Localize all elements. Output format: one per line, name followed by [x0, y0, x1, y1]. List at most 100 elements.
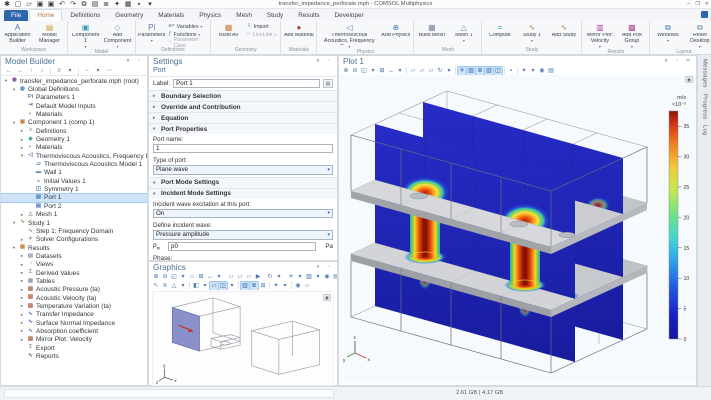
transparency-icon[interactable]: ▨	[467, 67, 475, 75]
expand-toggle-icon[interactable]: ▸	[19, 287, 25, 293]
pan-icon[interactable]: ↔	[387, 67, 395, 75]
dropdown-icon[interactable]: ▾	[124, 58, 132, 66]
close-icon[interactable]: ✕	[705, 2, 709, 7]
tree-item-thermoviscous-acoustics-model-1[interactable]: ▱Thermoviscous Acoustics Model 1	[1, 160, 147, 168]
graphics-canvas[interactable]: ◉	[152, 291, 334, 386]
dropdown-icon[interactable]: ▾	[296, 273, 304, 281]
zoom-in-icon[interactable]: ⊕	[342, 67, 350, 75]
help-icon[interactable]	[701, 11, 708, 18]
view-face-icon[interactable]: ▱	[418, 67, 426, 75]
ribbon-button-parameter-case[interactable]: ≡Parameter Case	[166, 39, 208, 46]
expand-toggle-icon[interactable]: ▸	[19, 303, 25, 309]
legend-icon[interactable]: ≣	[476, 67, 484, 75]
view-face-icon[interactable]: ▱	[227, 273, 235, 281]
dropdown-icon[interactable]: ▾	[369, 67, 377, 75]
ribbon-button-add-material[interactable]: ●Add Material	[283, 22, 314, 46]
tree-item-global-definitions[interactable]: ▾◍Global Definitions	[1, 85, 147, 93]
dropdown-icon[interactable]: ▾	[314, 263, 322, 271]
settings-gear-icon[interactable]: ✦	[520, 67, 528, 75]
tree-item-symmetry-1[interactable]: ◫Symmetry 1	[1, 185, 147, 193]
dropdown-icon[interactable]: ▾	[529, 67, 537, 75]
expand-toggle-icon[interactable]: ▸	[19, 278, 25, 284]
expand-toggle-icon[interactable]: ▸	[19, 212, 25, 218]
layout-icon[interactable]: ⌂	[303, 282, 311, 290]
ribbon-button-add-plot-group[interactable]: ▩Add Plot Group▾	[616, 22, 647, 48]
dropdown-icon[interactable]: ▾	[228, 282, 236, 290]
tree-item-component-1-comp-1[interactable]: ▾▣Component 1 (comp 1)	[1, 119, 147, 127]
tree-item-mirror-plot-velocity[interactable]: ▸▨Mirror Plot: Velocity	[1, 336, 147, 344]
tree-item-definitions[interactable]: ▸≡Definitions	[1, 127, 147, 135]
ribbon-button-windows[interactable]: ⧉Windows▾	[652, 22, 683, 48]
expand-toggle-icon[interactable]: ▸	[19, 253, 25, 259]
expand-toggle-icon[interactable]: ▸	[19, 312, 25, 318]
tree-item-wall-1[interactable]: ▬Wall 1	[1, 169, 147, 177]
section-port-properties[interactable]: ▾Port Properties	[149, 123, 337, 134]
dropdown-icon[interactable]: ▾	[314, 273, 322, 281]
expand-toggle-icon[interactable]: ▸	[19, 128, 25, 134]
camera-icon[interactable]: ◉	[323, 273, 331, 281]
zoom-out-icon[interactable]: ⊖	[161, 273, 169, 281]
camera-icon[interactable]: ◉	[538, 67, 546, 75]
section-port-mode-settings[interactable]: ▾Port Mode Settings	[149, 177, 337, 188]
view-face-icon[interactable]: ▱	[210, 282, 218, 290]
dropdown-icon[interactable]: ▾	[662, 57, 670, 65]
view-face-icon[interactable]: ▱	[236, 273, 244, 281]
define-incident-wave-select[interactable]: Pressure amplitude▾	[153, 230, 333, 240]
ribbon-button-import[interactable]: ⇩Import	[245, 23, 278, 30]
dropdown-icon[interactable]: ▾	[275, 273, 283, 281]
redo-icon[interactable]: ↷	[69, 0, 77, 8]
clip-plane-icon[interactable]: ◧	[192, 282, 200, 290]
expand-toggle-icon[interactable]: ▸	[19, 137, 25, 143]
dropdown-icon[interactable]: ▾	[396, 67, 404, 75]
filter-icon[interactable]: ≡	[55, 67, 63, 75]
tree-item-study-1[interactable]: ▾∿Study 1	[1, 219, 147, 227]
tree-item-reports[interactable]: ✎Reports	[1, 352, 147, 360]
dropdown-icon[interactable]: ▾	[215, 273, 223, 281]
incident-wave-select[interactable]: On▾	[153, 209, 333, 219]
tree-item-port-2[interactable]: ▤Port 2	[1, 202, 147, 210]
tree-item-acoustic-pressure-ta[interactable]: ▸▨Acoustic Pressure (ta)	[1, 286, 147, 294]
undo-icon[interactable]: ↶	[58, 0, 66, 8]
tree-item-tables[interactable]: ▸▦Tables	[1, 277, 147, 285]
tab-developer[interactable]: Developer	[328, 10, 371, 21]
tab-materials[interactable]: Materials	[151, 10, 191, 21]
show-grid-icon[interactable]: ⊞	[197, 273, 205, 281]
expand-toggle-icon[interactable]: ▸	[19, 262, 25, 268]
print-icon[interactable]: ▤	[547, 67, 555, 75]
dropdown-icon[interactable]: ▾	[179, 282, 187, 290]
plot-canvas[interactable]: ◉	[339, 75, 696, 383]
zoom-extents-icon[interactable]: ◱	[360, 67, 368, 75]
paste-icon[interactable]: ▤	[91, 0, 99, 8]
ribbon-button-add-physics[interactable]: ⊕Add Physics	[380, 22, 411, 48]
color-legend-icon[interactable]: ▥	[485, 67, 493, 75]
tree-item-datasets[interactable]: ▸▤Datasets	[1, 252, 147, 260]
scene-light-icon[interactable]: ☀	[458, 67, 466, 75]
side-tab-log[interactable]: Log	[702, 125, 708, 136]
expand-toggle-icon[interactable]: ▸	[19, 320, 25, 326]
tree-item-materials[interactable]: ▸◐Materials	[1, 144, 147, 152]
ribbon-button-component-1[interactable]: ▣Component 1▾	[70, 22, 101, 48]
expand-toggle-icon[interactable]: ▾	[11, 245, 17, 251]
ribbon-button-livelink[interactable]: ∞LiveLink▾	[245, 31, 278, 38]
tree-item-geometry-1[interactable]: ▸◆Geometry 1	[1, 135, 147, 143]
view-face-icon[interactable]: ▱	[245, 273, 253, 281]
dropdown-icon[interactable]: ▾	[146, 0, 154, 8]
tab-results[interactable]: Results	[291, 10, 326, 21]
pressure-amplitude-input[interactable]	[168, 242, 316, 251]
ribbon-button-build-mesh[interactable]: ▦Build Mesh	[416, 22, 447, 46]
tree-item-initial-values-1[interactable]: ◒Initial Values 1	[1, 177, 147, 185]
dropdown-icon[interactable]: ▾	[201, 282, 209, 290]
dropdown-icon[interactable]: ▾	[281, 282, 289, 290]
ribbon-button-add-component[interactable]: ◇Add Component▾	[102, 22, 133, 48]
grid-icon[interactable]: ⊞	[259, 282, 267, 290]
expand-toggle-icon[interactable]: ▸	[19, 270, 25, 276]
tree-item-export[interactable]: ↥Export	[1, 344, 147, 352]
tree-item-solver-configurations[interactable]: ▸✦Solver Configurations	[1, 236, 147, 244]
view-face-icon[interactable]: ▱	[427, 67, 435, 75]
scene-light-icon[interactable]: ☀	[287, 273, 295, 281]
model-builder-icon[interactable]: ≣	[102, 0, 110, 8]
snapshot-icon[interactable]: ◉	[323, 294, 331, 301]
tree-item-transfer-impedance-perforate-mph-root[interactable]: ▾◉transfer_impedance_perforate.mph (root…	[1, 77, 147, 85]
color-legend-icon[interactable]: ▥	[241, 282, 249, 290]
dropdown-icon[interactable]: ▾	[66, 67, 74, 75]
